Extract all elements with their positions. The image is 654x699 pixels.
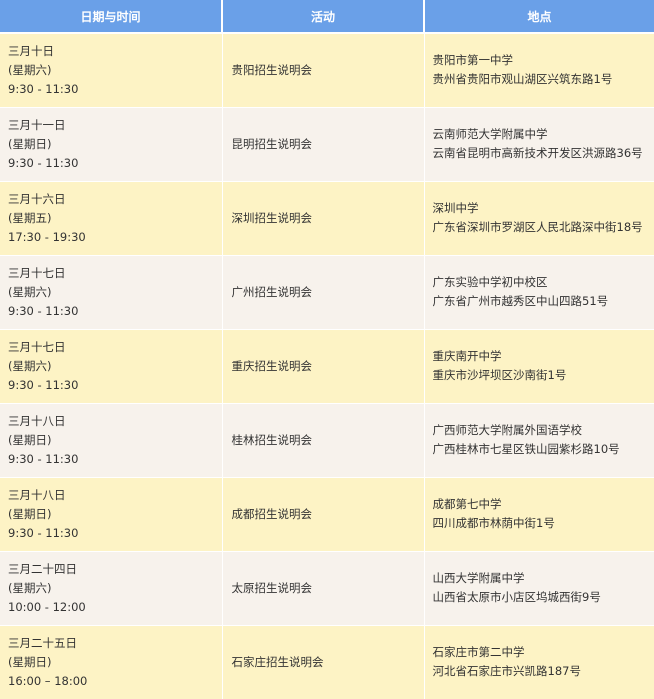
table-row: 三月十七日 (星期六) 9:30 - 11:30 重庆招生说明会 重庆南开中学重庆市沙坪… <box>0 329 654 404</box>
activity-cell: 广州招生说明会 <box>222 255 425 330</box>
activity-cell: 昆明招生说明会 <box>222 107 425 182</box>
time-text: 9:30 - 11:30 <box>8 155 79 170</box>
activity-text: 贵阳招生说明会 <box>231 62 313 77</box>
location-cell: 贵阳市第一中学贵州省贵阳市观山湖区兴筑东路1号 <box>424 33 654 108</box>
date-text: 三月十七日 <box>8 265 66 280</box>
activity-text: 广州招生说明会 <box>231 284 313 299</box>
date-text: 三月二十五日 <box>8 635 77 650</box>
date-cell: 三月二十五日 (星期日) 16:00 – 18:00 <box>0 625 223 699</box>
venue-text: 广东实验中学初中校区 <box>432 275 548 289</box>
header-location: 地点 <box>424 0 654 34</box>
activity-cell: 贵阳招生说明会 <box>222 33 425 108</box>
schedule-table: 日期与时间 活动 地点 三月十日 (星期六) 9:30 - 11:30 贵阳招生说明会… <box>0 0 654 699</box>
activity-cell: 桂林招生说明会 <box>222 403 425 478</box>
table-row: 三月二十四日 (星期六) 10:00 - 12:00 太原招生说明会 山西大学附属中学山… <box>0 551 654 626</box>
activity-text: 桂林招生说明会 <box>231 432 313 447</box>
address-text: 云南省昆明市高新技术开发区洪源路36号 <box>432 146 643 160</box>
date-cell: 三月十六日 (星期五) 17:30 - 19:30 <box>0 181 223 256</box>
address-text: 四川成都市林荫中街1号 <box>432 516 555 530</box>
weekday-text: (星期日) <box>8 506 52 521</box>
location-cell: 广西师范大学附属外国语学校广西桂林市七星区铁山园紫杉路10号 <box>424 403 654 478</box>
location-cell: 成都第七中学四川成都市林荫中街1号 <box>424 477 654 552</box>
header-row: 日期与时间 活动 地点 <box>0 0 654 34</box>
table-row: 三月十八日 (星期日) 9:30 - 11:30 成都招生说明会 成都第七中学四川成都市… <box>0 477 654 552</box>
weekday-text: (星期六) <box>8 284 52 299</box>
time-text: 9:30 - 11:30 <box>8 525 79 540</box>
location-cell: 石家庄市第二中学河北省石家庄市兴凯路187号 <box>424 625 654 699</box>
venue-text: 山西大学附属中学 <box>432 571 525 585</box>
date-text: 三月十一日 <box>8 117 66 132</box>
table-row: 三月十六日 (星期五) 17:30 - 19:30 深圳招生说明会 深圳中学广东省深圳市… <box>0 181 654 256</box>
activity-cell: 石家庄招生说明会 <box>222 625 425 699</box>
weekday-text: (星期六) <box>8 358 52 373</box>
date-cell: 三月十七日 (星期六) 9:30 - 11:30 <box>0 255 223 330</box>
date-cell: 三月十日 (星期六) 9:30 - 11:30 <box>0 33 223 108</box>
time-text: 9:30 - 11:30 <box>8 377 79 392</box>
location-cell: 云南师范大学附属中学云南省昆明市高新技术开发区洪源路36号 <box>424 107 654 182</box>
address-text: 河北省石家庄市兴凯路187号 <box>432 664 581 678</box>
time-text: 9:30 - 11:30 <box>8 81 79 96</box>
activity-text: 重庆招生说明会 <box>231 358 313 373</box>
venue-text: 重庆南开中学 <box>432 349 502 363</box>
date-cell: 三月十七日 (星期六) 9:30 - 11:30 <box>0 329 223 404</box>
activity-cell: 成都招生说明会 <box>222 477 425 552</box>
location-cell: 深圳中学广东省深圳市罗湖区人民北路深中街18号 <box>424 181 654 256</box>
table-row: 三月十八日 (星期日) 9:30 - 11:30 桂林招生说明会 广西师范大学附属外国语… <box>0 403 654 478</box>
address-text: 山西省太原市小店区坞城西街9号 <box>432 590 601 604</box>
weekday-text: (星期日) <box>8 432 52 447</box>
address-text: 广东省深圳市罗湖区人民北路深中街18号 <box>432 220 643 234</box>
activity-cell: 重庆招生说明会 <box>222 329 425 404</box>
time-text: 9:30 - 11:30 <box>8 303 79 318</box>
date-cell: 三月二十四日 (星期六) 10:00 - 12:00 <box>0 551 223 626</box>
weekday-text: (星期日) <box>8 654 52 669</box>
date-text: 三月十八日 <box>8 487 66 502</box>
activity-text: 昆明招生说明会 <box>231 136 313 151</box>
venue-text: 贵阳市第一中学 <box>432 53 514 68</box>
table-row: 三月十一日 (星期日) 9:30 - 11:30 昆明招生说明会 云南师范大学附属中学云… <box>0 107 654 182</box>
venue-text: 石家庄市第二中学 <box>432 645 525 659</box>
activity-text: 深圳招生说明会 <box>231 210 313 225</box>
activity-cell: 太原招生说明会 <box>222 551 425 626</box>
date-text: 三月十七日 <box>8 339 66 354</box>
activity-text: 成都招生说明会 <box>231 506 313 521</box>
table-row: 三月二十五日 (星期日) 16:00 – 18:00 石家庄招生说明会 石家庄市第二中学… <box>0 625 654 699</box>
activity-text: 石家庄招生说明会 <box>231 654 324 669</box>
address-text: 广东省广州市越秀区中山四路51号 <box>432 294 609 308</box>
location-cell: 山西大学附属中学山西省太原市小店区坞城西街9号 <box>424 551 654 626</box>
table-row: 三月十日 (星期六) 9:30 - 11:30 贵阳招生说明会 贵阳市第一中学贵州省贵阳… <box>0 33 654 108</box>
date-cell: 三月十八日 (星期日) 9:30 - 11:30 <box>0 403 223 478</box>
header-date-time: 日期与时间 <box>0 0 223 34</box>
address-text: 贵州省贵阳市观山湖区兴筑东路1号 <box>432 72 613 87</box>
activity-text: 太原招生说明会 <box>231 580 313 595</box>
location-cell: 广东实验中学初中校区广东省广州市越秀区中山四路51号 <box>424 255 654 330</box>
time-text: 16:00 – 18:00 <box>8 673 88 688</box>
table-row: 三月十七日 (星期六) 9:30 - 11:30 广州招生说明会 广东实验中学初中校区广… <box>0 255 654 330</box>
location-cell: 重庆南开中学重庆市沙坪坝区沙南街1号 <box>424 329 654 404</box>
weekday-text: (星期六) <box>8 62 52 77</box>
date-cell: 三月十一日 (星期日) 9:30 - 11:30 <box>0 107 223 182</box>
time-text: 9:30 - 11:30 <box>8 451 79 466</box>
address-text: 重庆市沙坪坝区沙南街1号 <box>432 368 567 382</box>
header-activity: 活动 <box>222 0 425 34</box>
date-text: 三月十八日 <box>8 413 66 428</box>
time-text: 10:00 - 12:00 <box>8 599 86 614</box>
time-text: 17:30 - 19:30 <box>8 229 86 244</box>
venue-text: 广西师范大学附属外国语学校 <box>432 423 583 437</box>
date-text: 三月十日 <box>8 43 54 58</box>
date-cell: 三月十八日 (星期日) 9:30 - 11:30 <box>0 477 223 552</box>
venue-text: 成都第七中学 <box>432 497 502 511</box>
weekday-text: (星期六) <box>8 580 52 595</box>
address-text: 广西桂林市七星区铁山园紫杉路10号 <box>432 442 620 456</box>
date-text: 三月二十四日 <box>8 561 77 576</box>
activity-cell: 深圳招生说明会 <box>222 181 425 256</box>
venue-text: 深圳中学 <box>432 201 479 215</box>
weekday-text: (星期日) <box>8 136 52 151</box>
venue-text: 云南师范大学附属中学 <box>432 127 548 141</box>
table-header: 日期与时间 活动 地点 <box>0 0 654 34</box>
date-text: 三月十六日 <box>8 191 66 206</box>
weekday-text: (星期五) <box>8 210 52 225</box>
table-body: 三月十日 (星期六) 9:30 - 11:30 贵阳招生说明会 贵阳市第一中学贵州省贵阳… <box>0 33 654 699</box>
